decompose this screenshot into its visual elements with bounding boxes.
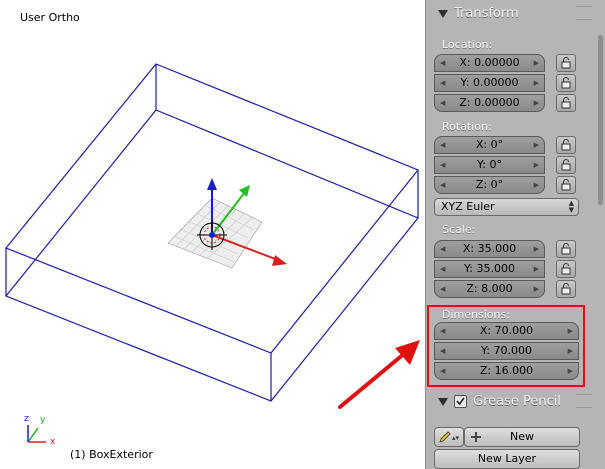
lock-icon xyxy=(561,179,571,191)
pencil-datablock-browse[interactable]: ▴▾ xyxy=(434,427,464,447)
lock-icon xyxy=(561,57,571,69)
rotation-z-lock-button[interactable] xyxy=(556,176,576,194)
drag-handle-icon[interactable] xyxy=(576,6,592,20)
object-name-label: (1) BoxExterior xyxy=(70,448,153,461)
lock-icon xyxy=(561,97,571,109)
rotation-label: Rotation: xyxy=(442,120,492,133)
viewport-canvas[interactable] xyxy=(0,0,425,469)
grease-pencil-checkbox[interactable] xyxy=(454,395,467,408)
dimensions-z-field[interactable]: ◀ Z: 16.000 ▶ xyxy=(434,362,579,380)
updown-icon: ▲ ▼ xyxy=(568,199,574,214)
scale-z-lock-button[interactable] xyxy=(556,280,576,298)
lock-icon xyxy=(561,263,571,275)
scale-z-field[interactable]: ◀ Z: 8.000 ▶ xyxy=(434,280,545,298)
updown-icon: ▴▾ xyxy=(452,434,460,442)
lock-icon xyxy=(561,159,571,171)
rotation-x-field[interactable]: ◀ X: 0° ▶ xyxy=(434,136,545,154)
dimensions-label: Dimensions: xyxy=(442,308,510,321)
annotation-arrow xyxy=(338,340,420,409)
dimensions-x-field[interactable]: ◀ X: 70.000 ▶ xyxy=(434,322,579,340)
properties-panel: Transform Location: ◀ X: 0.00000 ▶ ◀ Y: 0.0… xyxy=(425,0,605,469)
collapse-triangle-icon xyxy=(438,397,448,406)
plus-icon xyxy=(471,432,481,442)
pencil-icon xyxy=(439,431,451,443)
location-y-field[interactable]: ◀ Y: 0.00000 ▶ xyxy=(434,74,545,92)
scale-label: Scale: xyxy=(442,223,476,236)
rotation-y-field[interactable]: ◀ Y: 0° ▶ xyxy=(434,156,545,174)
rotation-mode-select[interactable]: XYZ Euler ▲ ▼ xyxy=(434,198,579,216)
checkmark-icon xyxy=(456,397,465,406)
collapse-triangle-icon xyxy=(438,9,448,18)
lock-icon xyxy=(561,77,571,89)
panel-scrollbar[interactable] xyxy=(598,35,603,205)
drag-handle-icon[interactable] xyxy=(576,394,592,408)
scale-x-field[interactable]: ◀ X: 35.000 ▶ xyxy=(434,240,545,258)
location-label: Location: xyxy=(442,38,493,51)
lock-icon xyxy=(561,139,571,151)
location-z-field[interactable]: ◀ Z: 0.00000 ▶ xyxy=(434,94,545,112)
scale-y-field[interactable]: ◀ Y: 35.000 ▶ xyxy=(434,260,545,278)
lock-icon xyxy=(561,283,571,295)
scale-x-lock-button[interactable] xyxy=(556,240,576,258)
axis-x-label: x xyxy=(50,437,56,447)
location-y-lock-button[interactable] xyxy=(556,74,576,92)
location-x-lock-button[interactable] xyxy=(556,54,576,72)
rotation-z-field[interactable]: ◀ Z: 0° ▶ xyxy=(434,176,545,194)
rotation-y-lock-button[interactable] xyxy=(556,156,576,174)
location-z-lock-button[interactable] xyxy=(556,94,576,112)
location-x-field[interactable]: ◀ X: 0.00000 ▶ xyxy=(434,54,545,72)
rotation-x-lock-button[interactable] xyxy=(556,136,576,154)
new-layer-button[interactable]: New Layer xyxy=(434,449,580,469)
transform-header[interactable]: Transform xyxy=(438,6,519,21)
blender-window: User Ortho (1) BoxExterior z y x Transfo… xyxy=(0,0,605,469)
axis-z-label: z xyxy=(24,414,29,424)
axis-y-label: y xyxy=(40,415,46,425)
view-name: User Ortho xyxy=(20,11,80,24)
dimensions-y-field[interactable]: ◀ Y: 70.000 ▶ xyxy=(434,342,579,360)
lock-icon xyxy=(561,243,571,255)
3d-viewport[interactable]: User Ortho (1) BoxExterior z y x xyxy=(0,0,425,469)
scale-y-lock-button[interactable] xyxy=(556,260,576,278)
new-grease-pencil-button[interactable]: New xyxy=(464,427,580,447)
axis-gizmo xyxy=(27,425,46,443)
grid-plane xyxy=(167,197,263,269)
grease-pencil-header[interactable]: Grease Pencil xyxy=(438,394,561,409)
